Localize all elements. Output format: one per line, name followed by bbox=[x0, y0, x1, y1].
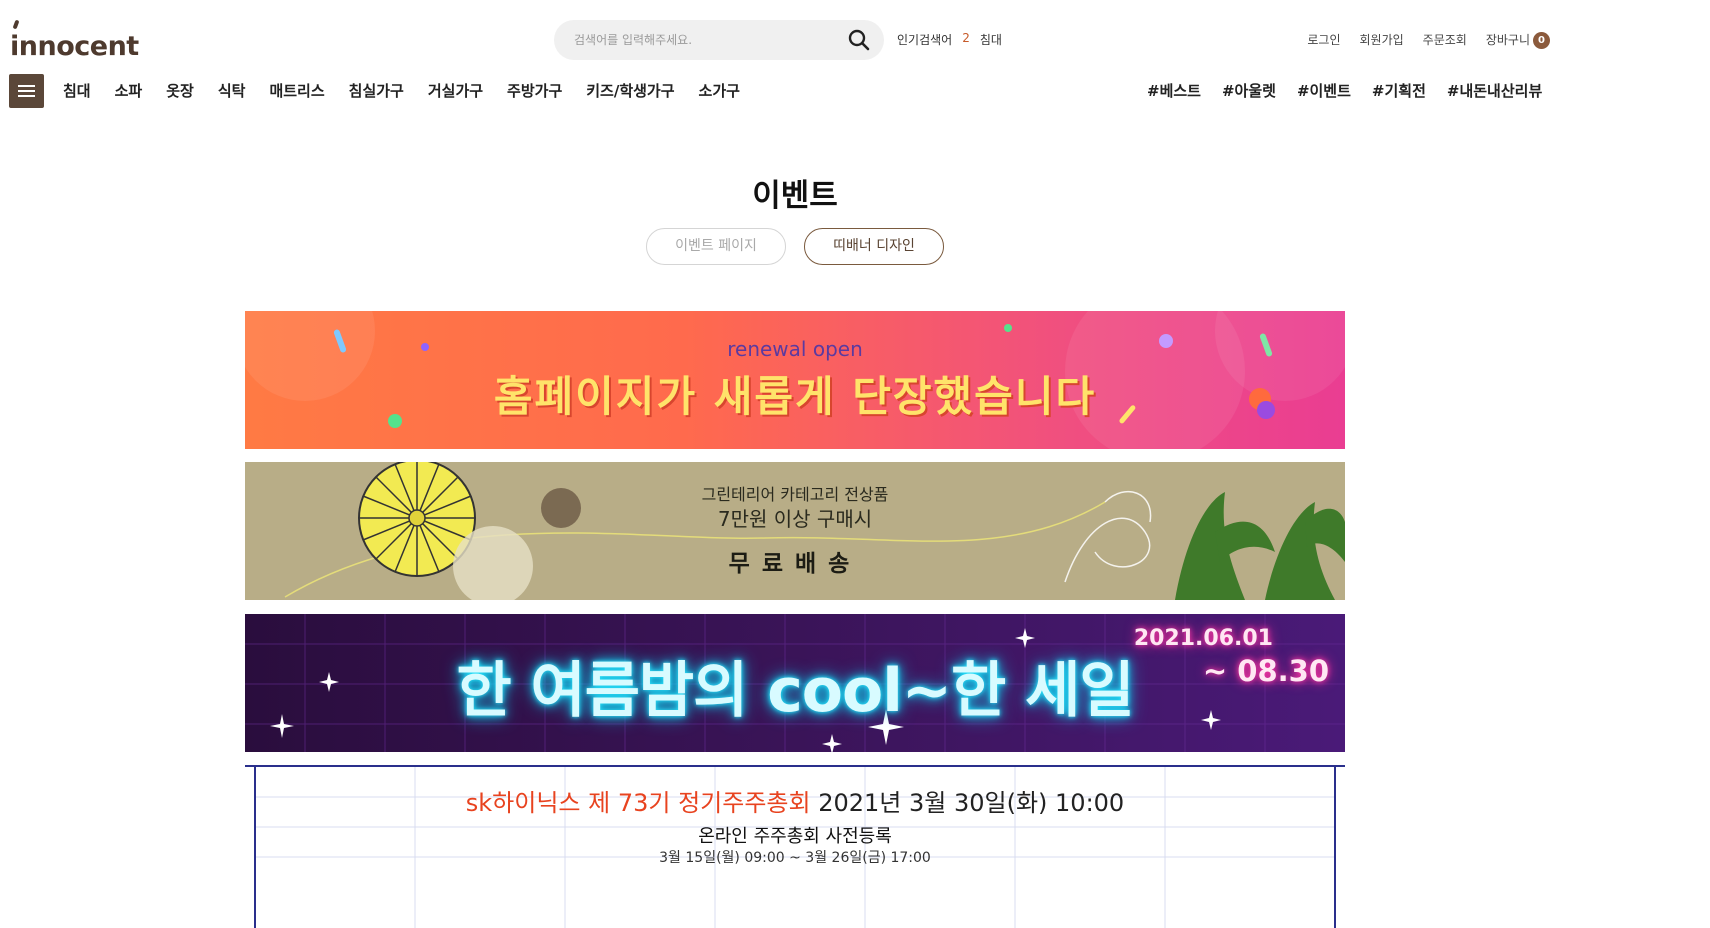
signup-link[interactable]: 회원가입 bbox=[1359, 31, 1403, 49]
cart-label: 장바구니 bbox=[1485, 33, 1530, 47]
nav-item-wardrobe[interactable]: 옷장 bbox=[166, 80, 194, 101]
search-icon[interactable] bbox=[848, 29, 870, 51]
banner-meeting-subtitle: 온라인 주주총회 사전등록 bbox=[698, 826, 892, 847]
nav-item-dining-table[interactable]: 식탁 bbox=[218, 80, 246, 101]
banner-summer-title: 한 여름밤의 cool~한 세일 bbox=[456, 656, 1134, 726]
hamburger-menu-button[interactable] bbox=[9, 74, 44, 108]
search-input[interactable] bbox=[574, 20, 834, 60]
popular-keywords: 인기검색어 2 침대 bbox=[897, 31, 1002, 48]
hashtag-promotion[interactable]: #기획전 bbox=[1372, 80, 1426, 101]
search-bar bbox=[554, 20, 884, 60]
banner-shipping-line3: 무료배송 bbox=[728, 551, 862, 577]
utility-menu: 로그인 회원가입 주문조회 장바구니 0 bbox=[1307, 31, 1550, 49]
banner-summer-date-end: ~ 08.30 bbox=[1202, 654, 1329, 688]
hashtag-review[interactable]: #내돈내산리뷰 bbox=[1447, 80, 1542, 101]
tab-event-page[interactable]: 이벤트 페이지 bbox=[646, 228, 786, 265]
hamburger-icon-line bbox=[18, 95, 35, 97]
banner-renewal-title: 홈페이지가 새롭게 단장했습니다 bbox=[493, 372, 1097, 421]
banner-shipping-line1: 그린테리어 카테고리 전상품 bbox=[701, 485, 889, 504]
logo-mark bbox=[12, 19, 20, 30]
tab-band-banner-design[interactable]: 띠배너 디자인 bbox=[804, 228, 944, 265]
order-lookup-link[interactable]: 주문조회 bbox=[1423, 31, 1467, 49]
hashtag-event[interactable]: #이벤트 bbox=[1297, 80, 1351, 101]
nav-item-small-furniture[interactable]: 소가구 bbox=[699, 80, 740, 101]
hamburger-icon bbox=[18, 85, 35, 87]
page-title: 이벤트 bbox=[752, 178, 838, 214]
banner-free-shipping[interactable]: 그린테리어 카테고리 전상품 7만원 이상 구매시 무료배송 bbox=[245, 462, 1345, 600]
popular-label: 인기검색어 bbox=[897, 33, 953, 47]
banner-shareholders-meeting[interactable]: sk하이닉스 제 73기 정기주주총회 2021년 3월 30일(화) 10:0… bbox=[245, 765, 1345, 928]
banner-renewal[interactable]: renewal open 홈페이지가 새롭게 단장했습니다 bbox=[245, 311, 1345, 449]
nav-item-kids[interactable]: 키즈/학생가구 bbox=[586, 80, 674, 101]
cart-link[interactable]: 장바구니 0 bbox=[1486, 31, 1550, 49]
hamburger-icon-line bbox=[18, 90, 35, 92]
banner-meeting-title-date: 2021년 3월 30일(화) 10:00 bbox=[810, 789, 1125, 817]
nav-item-living-room[interactable]: 거실가구 bbox=[428, 80, 483, 101]
nav-item-sofa[interactable]: 소파 bbox=[115, 80, 143, 101]
category-nav: 침대 소파 옷장 식탁 매트리스 침실가구 거실가구 주방가구 키즈/학생가구 … bbox=[63, 80, 740, 101]
banner-meeting-period: 3월 15일(월) 09:00 ~ 3월 26일(금) 17:00 bbox=[659, 850, 931, 866]
banner-summer-sale[interactable]: 한 여름밤의 cool~한 세일 2021.06.01 ~ 08.30 bbox=[245, 614, 1345, 752]
nav-item-kitchen[interactable]: 주방가구 bbox=[507, 80, 562, 101]
banner-renewal-subtitle: renewal open bbox=[727, 337, 863, 361]
banner-meeting-title: sk하이닉스 제 73기 정기주주총회 2021년 3월 30일(화) 10:0… bbox=[245, 783, 1345, 818]
banner-meeting-title-red: sk하이닉스 제 73기 정기주주총회 bbox=[465, 789, 811, 817]
nav-item-bed[interactable]: 침대 bbox=[63, 80, 91, 101]
nav-item-bedroom[interactable]: 침실가구 bbox=[349, 80, 404, 101]
nav-item-mattress[interactable]: 매트리스 bbox=[269, 80, 324, 101]
popular-keyword-link[interactable]: 침대 bbox=[980, 31, 1002, 48]
hashtag-outlet[interactable]: #아울렛 bbox=[1222, 80, 1276, 101]
hashtag-nav: #베스트 #아울렛 #이벤트 #기획전 #내돈내산리뷰 bbox=[1147, 80, 1542, 101]
hashtag-best[interactable]: #베스트 bbox=[1147, 80, 1201, 101]
popular-rank: 2 bbox=[962, 31, 970, 45]
banner-shipping-line2: 7만원 이상 구매시 bbox=[717, 507, 873, 531]
banner-summer-date-start: 2021.06.01 bbox=[1133, 626, 1273, 651]
cart-count-badge: 0 bbox=[1533, 32, 1550, 49]
logo-text: innocent bbox=[10, 31, 139, 62]
logo[interactable]: innocent bbox=[10, 19, 139, 62]
login-link[interactable]: 로그인 bbox=[1307, 31, 1340, 49]
